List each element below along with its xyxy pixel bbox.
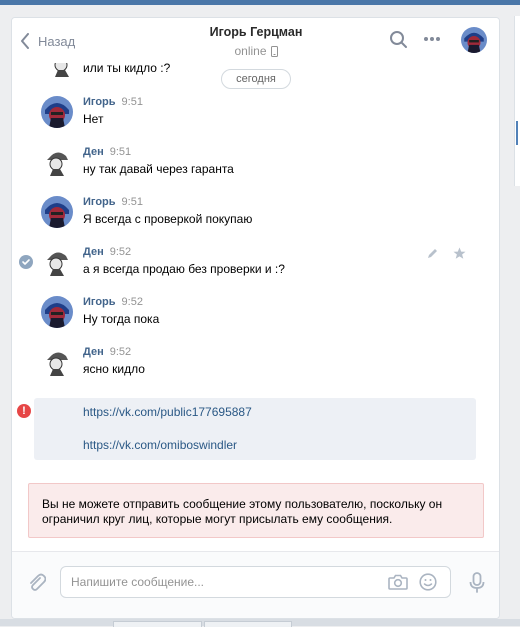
star-icon[interactable] xyxy=(453,247,466,260)
igor-avatar[interactable] xyxy=(41,96,73,128)
message-link[interactable]: https://vk.com/public177695887 xyxy=(83,405,252,419)
message-actions xyxy=(426,247,466,260)
taskbar-tab[interactable] xyxy=(204,621,292,627)
peer-avatar[interactable] xyxy=(461,27,487,53)
back-button[interactable]: Назад xyxy=(20,31,75,51)
igor-avatar[interactable] xyxy=(41,196,73,228)
microphone-icon[interactable] xyxy=(469,572,485,594)
peer-status-text: online xyxy=(234,44,267,58)
den-avatar[interactable] xyxy=(41,146,73,178)
paperclip-icon[interactable] xyxy=(26,572,46,592)
failed-message[interactable]: https://vk.com/public177695887 https://v… xyxy=(34,398,476,460)
message-input-wrapper[interactable] xyxy=(60,566,451,598)
browser-top-strip xyxy=(0,0,520,5)
emoji-icon[interactable] xyxy=(419,573,437,591)
peer-info[interactable]: Игорь Герцман online xyxy=(152,25,360,58)
message-composer xyxy=(12,551,499,618)
sidebar-active-marker xyxy=(516,121,518,145)
message-author[interactable]: Ден 9:52 xyxy=(83,346,131,358)
den-avatar[interactable] xyxy=(41,246,73,278)
privacy-notice: Вы не можете отправить сообщение этому п… xyxy=(28,483,484,538)
search-icon[interactable] xyxy=(389,30,409,50)
right-sidebar-edge xyxy=(514,16,520,186)
select-check-icon[interactable] xyxy=(19,255,33,269)
camera-icon[interactable] xyxy=(388,573,408,591)
message-author[interactable]: Игорь 9:51 xyxy=(83,96,143,108)
peer-name: Игорь Герцман xyxy=(209,25,303,39)
message-text: ясно кидло xyxy=(83,362,145,376)
message-time: 9:52 xyxy=(121,296,143,308)
chat-panel: Назад Игорь Герцман online или ты кидло … xyxy=(11,17,500,619)
den-avatar xyxy=(46,63,78,79)
error-icon[interactable]: ! xyxy=(17,404,31,418)
message-history: или ты кидло :? сегодня Игорь 9:51 Нет Де… xyxy=(12,63,499,493)
message-time: 9:51 xyxy=(109,146,132,158)
edit-icon[interactable] xyxy=(426,247,439,260)
message-author[interactable]: Ден 9:51 xyxy=(83,146,131,158)
message-time: 9:51 xyxy=(121,96,143,108)
mobile-icon xyxy=(270,45,278,57)
peer-status: online xyxy=(152,44,360,58)
chevron-left-icon xyxy=(21,33,29,49)
message-text: ну так давай через гаранта xyxy=(83,162,234,176)
message-text: а я всегда продаю без проверки и :? xyxy=(83,262,285,276)
chat-header: Назад Игорь Герцман online xyxy=(12,18,499,63)
back-label: Назад xyxy=(38,33,76,49)
message-time: 9:52 xyxy=(109,346,132,358)
message-author[interactable]: Игорь 9:51 xyxy=(83,196,143,208)
message-text: Нет xyxy=(83,112,104,126)
message-link[interactable]: https://vk.com/omiboswindler xyxy=(83,438,237,452)
partial-message-text: или ты кидло :? xyxy=(83,63,171,75)
taskbar-strip xyxy=(0,619,520,627)
den-avatar[interactable] xyxy=(41,346,73,378)
date-separator: сегодня xyxy=(221,69,291,89)
message-author[interactable]: Ден 9:52 xyxy=(83,246,131,258)
message-time: 9:52 xyxy=(109,246,132,258)
message-author[interactable]: Игорь 9:52 xyxy=(83,296,143,308)
taskbar-tab[interactable] xyxy=(113,621,202,627)
more-icon[interactable] xyxy=(423,36,441,42)
message-time: 9:51 xyxy=(121,196,143,208)
igor-avatar[interactable] xyxy=(41,296,73,328)
message-text: Ну тогда пока xyxy=(83,312,160,326)
message-input[interactable] xyxy=(71,573,371,591)
message-text: Я всегда с проверкой покупаю xyxy=(83,212,253,226)
